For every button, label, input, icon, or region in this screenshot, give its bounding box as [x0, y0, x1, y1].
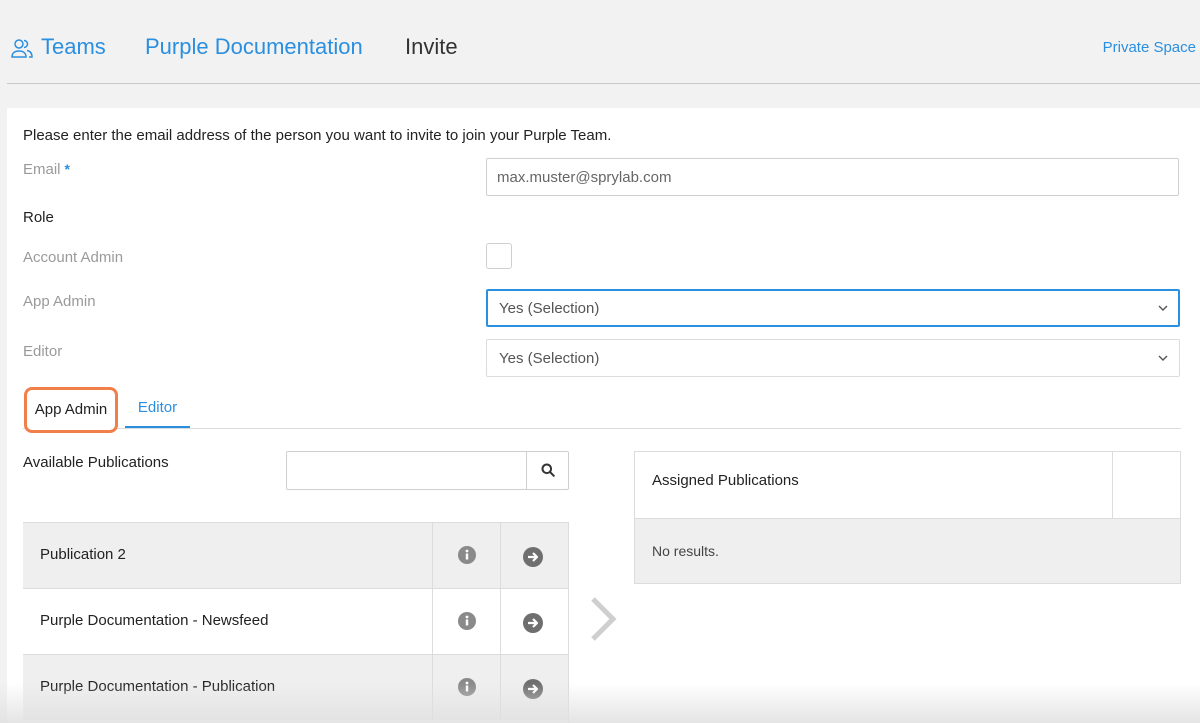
- private-space-link[interactable]: Private Space: [1103, 39, 1196, 56]
- header-separator: [1112, 452, 1113, 518]
- app-admin-select-value: Yes (Selection): [499, 300, 600, 317]
- available-publications-list: Publication 2 Purple Documentation - New…: [23, 522, 569, 720]
- list-border: [568, 522, 569, 723]
- email-field[interactable]: [486, 158, 1179, 196]
- assign-button[interactable]: [500, 523, 569, 588]
- tab-app-admin[interactable]: App Admin: [24, 387, 118, 433]
- available-publications-title: Available Publications: [23, 454, 169, 471]
- publication-name: Purple Documentation - Publication: [40, 678, 276, 695]
- info-icon[interactable]: [458, 546, 476, 564]
- empty-state-text: No results.: [652, 543, 719, 559]
- assigned-publications-panel: Assigned Publications No results.: [634, 451, 1181, 584]
- search-icon: [541, 463, 555, 477]
- teams-icon: [11, 39, 33, 58]
- arrow-right-circle-icon: [523, 613, 543, 633]
- account-admin-checkbox[interactable]: [486, 243, 512, 269]
- list-item: Purple Documentation - Newsfeed: [23, 588, 569, 654]
- breadcrumb-purple-documentation[interactable]: Purple Documentation: [145, 33, 363, 61]
- chevron-down-icon: [1158, 355, 1168, 361]
- search-button[interactable]: [526, 452, 568, 489]
- page-header: Teams Purple Documentation Invite Privat…: [0, 0, 1200, 84]
- tabs-divider: [23, 428, 1181, 429]
- info-icon[interactable]: [458, 612, 476, 630]
- info-cell: [432, 523, 500, 588]
- assigned-header: Assigned Publications: [635, 452, 1180, 519]
- tab-editor[interactable]: Editor: [125, 394, 190, 428]
- header-divider: [7, 83, 1200, 84]
- list-item: Publication 2: [23, 522, 569, 588]
- assigned-publications-title: Assigned Publications: [652, 472, 799, 489]
- list-item: Purple Documentation - Publication: [23, 654, 569, 720]
- info-cell: [432, 589, 500, 654]
- breadcrumb-invite: Invite: [405, 34, 458, 59]
- account-admin-label: Account Admin: [23, 249, 124, 266]
- email-label: Email *: [23, 161, 70, 178]
- publication-name: Purple Documentation - Newsfeed: [40, 612, 269, 629]
- editor-select-value: Yes (Selection): [499, 350, 600, 367]
- arrow-right-circle-icon: [523, 679, 543, 699]
- required-asterisk: *: [64, 161, 70, 177]
- app-admin-label: App Admin: [23, 293, 96, 310]
- app-admin-select[interactable]: Yes (Selection): [486, 289, 1180, 327]
- info-cell: [432, 655, 500, 720]
- info-icon[interactable]: [458, 678, 476, 696]
- arrow-right-circle-icon: [523, 547, 543, 567]
- chevron-down-icon: [1158, 305, 1168, 311]
- intro-text: Please enter the email address of the pe…: [23, 127, 612, 144]
- publication-name: Publication 2: [40, 546, 126, 563]
- search-input[interactable]: [287, 452, 525, 489]
- breadcrumb-teams[interactable]: Teams: [41, 33, 106, 61]
- publication-search: [286, 451, 569, 490]
- invite-card: Please enter the email address of the pe…: [7, 108, 1200, 723]
- role-heading: Role: [23, 209, 54, 226]
- editor-select[interactable]: Yes (Selection): [486, 339, 1180, 377]
- email-label-text: Email: [23, 161, 61, 178]
- assigned-body: No results.: [635, 519, 1180, 583]
- editor-label: Editor: [23, 343, 63, 360]
- assign-button[interactable]: [500, 589, 569, 654]
- assign-button[interactable]: [500, 655, 569, 720]
- chevron-right-icon[interactable]: [587, 595, 621, 643]
